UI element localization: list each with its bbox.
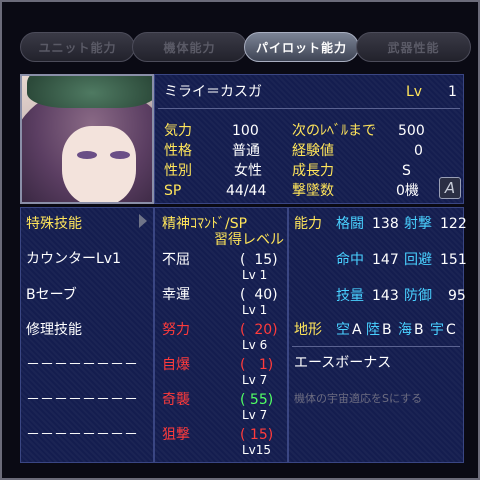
level-label: Lv: [406, 84, 423, 100]
shoot-label: 射撃: [404, 216, 432, 232]
tab-bar: ユニット能力 機体能力 パイロット能力 武器性能: [20, 26, 471, 68]
skill-item: カウンターLv1: [26, 251, 121, 267]
spirit-command-name: 狙撃: [162, 427, 190, 443]
tab-pilot-ability[interactable]: パイロット能力: [244, 32, 359, 62]
terrain-air-value: A: [352, 322, 362, 338]
pilot-portrait: [20, 74, 154, 204]
accuracy-value: 147: [372, 252, 399, 268]
accuracy-label: 命中: [336, 252, 364, 268]
kills-label: 撃墜数: [292, 183, 334, 199]
personality-value: 普通: [232, 143, 260, 159]
scroll-right-arrow-icon[interactable]: [139, 214, 147, 228]
terrain-land-label: 陸: [366, 322, 380, 338]
skill-item-empty: －－－－－－－－: [26, 427, 138, 443]
ability-header: 能力: [294, 216, 322, 232]
level-value: 1: [448, 84, 457, 100]
defense-label: 防御: [404, 288, 432, 304]
spirit-command-level: Lv 7: [242, 373, 268, 387]
terrain-sea-label: 海: [398, 322, 412, 338]
skill-item-empty: －－－－－－－－: [26, 357, 138, 373]
terrain-space-value: C: [446, 322, 456, 338]
melee-value: 138: [372, 216, 399, 232]
personality-label: 性格: [164, 143, 192, 159]
ace-emblem-icon: A: [439, 177, 461, 199]
name-separator: [158, 108, 460, 109]
kiryoku-label: 気力: [164, 123, 192, 139]
kills-value: 0機: [396, 183, 419, 199]
skill-stat-label: 技量: [336, 288, 364, 304]
terrain-air-label: 空: [336, 322, 350, 338]
skill-stat-value: 143: [372, 288, 399, 304]
evasion-value: 151: [440, 252, 467, 268]
spirit-command-name: 幸運: [162, 287, 190, 303]
learn-level-header: 習得レベル: [214, 232, 284, 248]
sp-label: SP: [164, 183, 182, 199]
spirit-command-level: Lv 6: [242, 338, 268, 352]
gender-value: 女性: [234, 163, 262, 179]
growth-value: S: [402, 163, 411, 179]
spirit-command-name: 自爆: [162, 357, 190, 373]
spirit-command-level: Lv 7: [242, 408, 268, 422]
spirit-header: 精神ｺﾏﾝﾄﾞ/SP: [162, 216, 248, 232]
tab-weapon-performance[interactable]: 武器性能: [356, 32, 471, 62]
melee-label: 格闘: [336, 216, 364, 232]
next-level-label: 次のﾚﾍﾞﾙまで: [292, 123, 376, 139]
skill-item-empty: －－－－－－－－: [26, 392, 138, 408]
pilot-status-screen: ユニット能力 機体能力 パイロット能力 武器性能 ミライ＝カスガ Lv 1 気力…: [0, 0, 480, 480]
kiryoku-value: 100: [232, 123, 259, 139]
growth-label: 成長力: [292, 163, 334, 179]
ace-bonus-label: エースボーナス: [294, 355, 392, 371]
spirit-command-level: Lv 1: [242, 268, 268, 282]
spirit-command-level: Lv15: [242, 443, 272, 457]
tab-unit-ability[interactable]: ユニット能力: [20, 32, 135, 62]
gender-label: 性別: [164, 163, 192, 179]
next-level-value: 500: [398, 123, 425, 139]
sp-value: 44/44: [226, 183, 267, 199]
spirit-command-name: 奇襲: [162, 392, 190, 408]
spirit-command-name: 努力: [162, 322, 190, 338]
terrain-label: 地形: [294, 322, 322, 338]
terrain-space-label: 宇: [430, 322, 444, 338]
experience-value: 0: [414, 143, 423, 159]
spirit-command-name: 不屈: [162, 252, 190, 268]
skill-item: 修理技能: [26, 322, 82, 338]
experience-label: 経験値: [292, 143, 334, 159]
terrain-sea-value: B: [414, 322, 424, 338]
ace-bonus-text: 機体の宇宙適応をSにする: [294, 392, 423, 405]
spirit-command-level: Lv 1: [242, 303, 268, 317]
pilot-name: ミライ＝カスガ: [164, 84, 262, 100]
skill-item: Bセーブ: [26, 287, 77, 303]
defense-value: 95: [448, 288, 466, 304]
skills-header: 特殊技能: [26, 216, 82, 232]
tab-mecha-ability[interactable]: 機体能力: [132, 32, 247, 62]
evasion-label: 回避: [404, 252, 432, 268]
ability-separator: [292, 346, 460, 347]
shoot-value: 122: [440, 216, 467, 232]
terrain-land-value: B: [382, 322, 392, 338]
